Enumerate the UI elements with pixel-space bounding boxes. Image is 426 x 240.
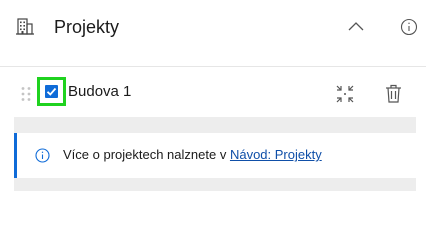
project-label: Budova 1 [68,83,132,100]
info-icon [35,148,50,163]
project-checkbox[interactable] [37,77,66,106]
checkmark-icon [46,87,57,96]
building-icon [16,18,34,35]
checkbox-checked-state [45,85,58,98]
banner-message: Více o projektech nalznete v [63,147,227,162]
info-banner: Více o projektech nalznete v Návod: Proj… [14,133,416,178]
chevron-up-icon[interactable] [347,18,365,36]
project-list-item[interactable]: Budova 1 [0,67,426,117]
projects-panel: Projekty Budova 1 Více o projektech nalz… [0,0,426,200]
trash-icon[interactable] [385,84,402,103]
info-icon[interactable] [400,18,418,36]
drag-handle-icon[interactable] [20,86,32,102]
zoom-to-icon[interactable] [336,85,354,103]
banner-text: Více o projektech nalznete v Návod: Proj… [63,146,322,164]
help-link[interactable]: Návod: Projekty [230,147,322,162]
panel-title: Projekty [54,17,120,37]
panel-header: Projekty [0,0,426,56]
